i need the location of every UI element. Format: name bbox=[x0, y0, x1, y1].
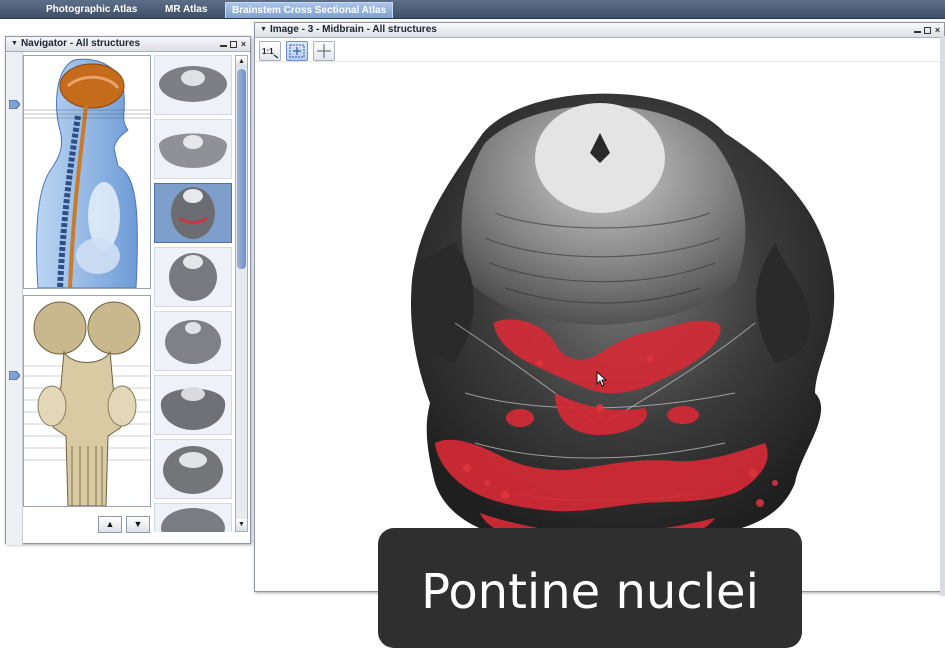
previous-level-button[interactable]: ▲ bbox=[98, 516, 122, 533]
image-toolbar: 1:1 bbox=[255, 38, 944, 62]
brainstem-section-image[interactable] bbox=[255, 63, 944, 591]
fit-to-window-icon bbox=[289, 44, 305, 58]
scroll-up-button[interactable]: ▲ bbox=[236, 56, 247, 68]
body-sagittal-overview[interactable] bbox=[23, 55, 151, 289]
crosshair-button[interactable] bbox=[313, 41, 335, 61]
tab-photographic-atlas[interactable]: Photographic Atlas bbox=[40, 2, 143, 18]
collapse-triangle-icon[interactable]: ▼ bbox=[11, 37, 18, 51]
section-thumbnail[interactable] bbox=[154, 375, 232, 435]
minimize-icon[interactable] bbox=[220, 42, 227, 47]
tab-brainstem-cross-sectional-atlas[interactable]: Brainstem Cross Sectional Atlas bbox=[225, 2, 394, 18]
section-thumbnail[interactable] bbox=[154, 119, 232, 179]
image-panel: ▼ Image - 3 - Midbrain - All structures ×… bbox=[254, 22, 945, 592]
right-edge-panel bbox=[940, 36, 945, 596]
navigator-body: ▲ ▼ ▲ ▼ bbox=[6, 52, 250, 545]
section-thumbnail-selected[interactable] bbox=[154, 183, 232, 243]
minimize-icon[interactable] bbox=[914, 28, 921, 33]
zoom-1-to-1-button[interactable]: 1:1 bbox=[259, 41, 281, 61]
zoom-1-to-1-icon: 1:1 bbox=[262, 47, 279, 59]
section-thumbnail[interactable] bbox=[154, 55, 232, 115]
navigator-step-buttons: ▲ ▼ bbox=[98, 516, 150, 533]
brainstem-overview[interactable] bbox=[23, 295, 151, 507]
zoom-1-to-1-label: 1:1 bbox=[262, 47, 274, 56]
atlas-tab-bar: Photographic Atlas MR Atlas Brainstem Cr… bbox=[0, 0, 945, 19]
close-icon[interactable]: × bbox=[934, 25, 941, 34]
section-thumbnail[interactable] bbox=[154, 503, 232, 532]
crosshair-icon bbox=[317, 44, 331, 58]
thumbnail-scrollbar[interactable]: ▲ ▼ bbox=[235, 55, 248, 532]
navigator-panel: ▼ Navigator - All structures × ▲ ▼ ▲ ▼ bbox=[5, 36, 251, 545]
section-thumbnail[interactable] bbox=[154, 247, 232, 307]
navigator-title-bar[interactable]: ▼ Navigator - All structures × bbox=[6, 37, 250, 52]
section-thumbnail-list[interactable] bbox=[154, 55, 234, 532]
tab-mr-atlas[interactable]: MR Atlas bbox=[159, 2, 213, 18]
body-level-marker-icon[interactable] bbox=[9, 100, 20, 109]
image-panel-title: Image - 3 - Midbrain - All structures bbox=[269, 24, 437, 35]
screen: Photographic Atlas MR Atlas Brainstem Cr… bbox=[0, 0, 945, 649]
maximize-icon[interactable] bbox=[924, 26, 931, 34]
next-level-button[interactable]: ▼ bbox=[126, 516, 150, 533]
brainstem-level-marker-icon[interactable] bbox=[9, 371, 20, 380]
section-thumbnail[interactable] bbox=[154, 311, 232, 371]
scroll-down-button[interactable]: ▼ bbox=[236, 519, 247, 531]
navigator-title: Navigator - All structures bbox=[20, 38, 141, 49]
image-panel-title-bar[interactable]: ▼ Image - 3 - Midbrain - All structures × bbox=[255, 23, 944, 38]
section-thumbnail[interactable] bbox=[154, 439, 232, 499]
scrollbar-thumb[interactable] bbox=[237, 69, 246, 269]
maximize-icon[interactable] bbox=[230, 40, 237, 48]
fit-to-window-button[interactable] bbox=[286, 41, 308, 61]
mouse-pointer-icon bbox=[596, 371, 608, 387]
level-marker-gutter bbox=[6, 52, 23, 545]
collapse-triangle-icon[interactable]: ▼ bbox=[260, 23, 267, 37]
close-icon[interactable]: × bbox=[240, 39, 247, 48]
structure-caption: Pontine nuclei bbox=[378, 528, 802, 648]
